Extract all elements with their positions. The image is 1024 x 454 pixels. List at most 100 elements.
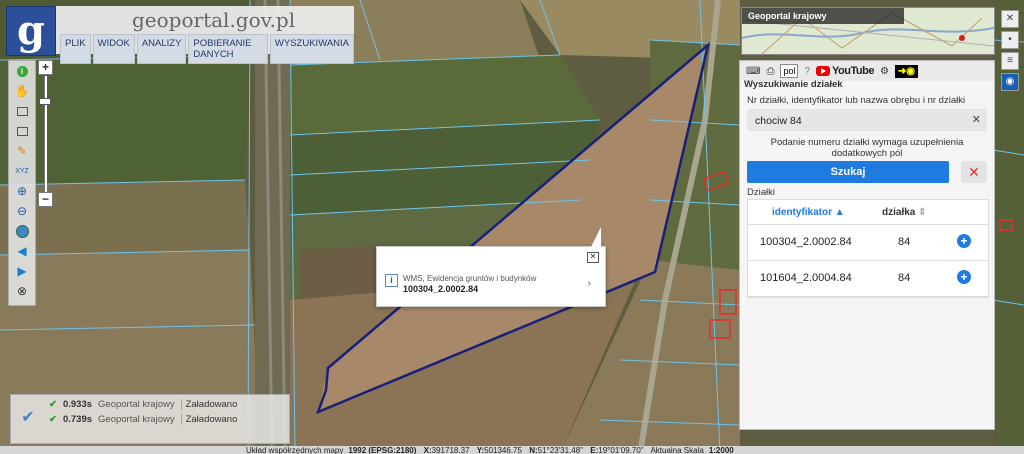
globe-icon[interactable] (9, 221, 35, 241)
logo-letter: g (17, 7, 45, 54)
status-state: Załadowano (180, 414, 237, 425)
pin-icon[interactable]: • (1001, 31, 1019, 49)
menu-analizy[interactable]: ANALIZY (136, 34, 187, 64)
forward-arrow-icon[interactable]: ▶ (9, 261, 35, 281)
scale-label: Aktualna Skala (650, 446, 704, 454)
map-toolbar: i ✋ ✎ XYZ ⊕ ⊖ ◀ ▶ ⊗ (8, 60, 36, 306)
youtube-icon (816, 66, 831, 76)
site-title: geoportal.gov.pl (132, 8, 296, 32)
col-identifier[interactable]: identyfikator ▲ (772, 207, 845, 218)
clear-search-icon[interactable]: ✕ (972, 113, 981, 126)
status-layer: Geoportal krajowy (98, 399, 175, 410)
results-header: identyfikator ▲ działka ⇕ (748, 200, 988, 225)
status-state: Załadowano (180, 399, 237, 410)
e-value: 19°01'09.70" (598, 446, 644, 454)
table-row[interactable]: 100304_2.0002.84 84 + (748, 225, 988, 261)
row-identifier: 100304_2.0002.84 (760, 236, 852, 248)
pencil-icon[interactable]: ✎ (9, 141, 35, 161)
popup-pointer (591, 227, 601, 247)
full-extent-icon[interactable]: ⊗ (9, 281, 35, 301)
add-parcel-icon[interactable]: + (957, 270, 971, 284)
main-menu: PLIK WIDOK ANALIZY POBIERANIE DANYCH WYS… (60, 34, 354, 64)
zoom-slider: + − (38, 60, 53, 208)
parcel-search-field: ✕ (747, 109, 987, 131)
zoom-out-icon[interactable]: ⊖ (9, 201, 35, 221)
xyz-coordinates-icon[interactable]: XYZ (9, 161, 35, 181)
panel-toolbar: ⌨ ⎙ pol ? YouTube ⚙ ➜◉ (740, 61, 994, 81)
eye-icon[interactable]: ◉ (1001, 73, 1019, 91)
search-notice: Podanie numeru działki wymaga uzupełnien… (770, 137, 964, 159)
help-icon[interactable]: ? (804, 66, 810, 77)
cancel-icon[interactable]: ✕ (961, 161, 987, 183)
info-tool-icon[interactable]: i (9, 61, 35, 81)
panel-title: Wyszukiwanie działek (744, 79, 843, 90)
zoom-minus-button[interactable]: − (38, 192, 53, 207)
loading-status-panel: ✔ ✔ 0.933s Geoportal krajowy Załadowano … (10, 394, 290, 444)
col-parcel[interactable]: działka ⇕ (882, 207, 927, 218)
popup-next-icon[interactable]: › (588, 278, 591, 289)
menu-wyszukiwania[interactable]: WYSZUKIWANIA (269, 34, 354, 64)
status-time: 0.933s (62, 399, 93, 410)
table-row[interactable]: 101604_2.0004.84 84 + (748, 261, 988, 297)
parcel-search-panel: ⌨ ⎙ pol ? YouTube ⚙ ➜◉ Wyszukiwanie dzia… (739, 60, 995, 430)
popup-layer-name: WMS, Ewidencja gruntów i budynków (403, 274, 537, 283)
scale-value: 1:2000 (708, 446, 734, 454)
zoom-track[interactable] (44, 76, 47, 192)
crs-label: Układ współrzędnych mapy (246, 446, 344, 454)
pan-hand-icon[interactable]: ✋ (9, 81, 35, 101)
high-contrast-icon[interactable]: ➜◉ (894, 64, 919, 78)
print-icon[interactable]: ⎙ (766, 66, 774, 77)
results-table: identyfikator ▲ działka ⇕ 100304_2.0002.… (747, 199, 989, 298)
n-value: 51°23'31.48" (537, 446, 584, 454)
status-check-icon[interactable]: ✔ (17, 407, 39, 429)
popup-info-icon: i (385, 274, 398, 287)
status-row: ✔ 0.739s Geoportal krajowy Załadowano (49, 414, 237, 425)
col-identifier-label: identyfikator (772, 207, 833, 218)
y-label: Y: (476, 446, 485, 454)
youtube-link[interactable]: YouTube (816, 65, 874, 77)
status-time: 0.739s (62, 414, 93, 425)
search-button[interactable]: Szukaj (747, 161, 949, 183)
x-value: 391718.37 (431, 446, 470, 454)
x-label: X: (423, 446, 432, 454)
popup-parcel-id[interactable]: 100304_2.0002.84 (403, 284, 478, 294)
col-parcel-label: działka (882, 207, 916, 218)
close-overview-icon[interactable]: ✕ (1001, 10, 1019, 28)
search-label: Nr działki, identyfikator lub nazwa obrę… (747, 95, 966, 106)
sort-asc-icon: ▲ (834, 207, 845, 218)
geoportal-logo[interactable]: g (6, 6, 56, 56)
zoom-plus-button[interactable]: + (38, 60, 53, 75)
menu-widok[interactable]: WIDOK (92, 34, 135, 64)
menu-pobieranie-danych[interactable]: POBIERANIE DANYCH (188, 34, 268, 64)
row-identifier: 101604_2.0004.84 (760, 272, 852, 284)
accessibility-icon[interactable]: ⚙ (880, 66, 889, 77)
feature-info-popup: ✕ i WMS, Ewidencja gruntów i budynków 10… (376, 227, 606, 307)
results-label: Działki (747, 187, 775, 198)
layers-icon[interactable]: ≡ (1001, 52, 1019, 70)
crs-value: 1992 (EPSG:2180) (348, 446, 417, 454)
zoom-in-icon[interactable]: ⊕ (9, 181, 35, 201)
coordinate-bar: Układ współrzędnych mapy 1992 (EPSG:2180)… (0, 446, 1024, 454)
keyboard-icon[interactable]: ⌨ (746, 66, 760, 77)
header-bar: geoportal.gov.pl PLIK WIDOK ANALIZY POBI… (56, 6, 354, 64)
select-area-icon[interactable] (9, 101, 35, 121)
language-select[interactable]: pol (780, 64, 799, 78)
right-controls: ✕ • ≡ ◉ (1001, 10, 1019, 94)
status-row: ✔ 0.933s Geoportal krajowy Załadowano (49, 399, 237, 410)
menu-plik[interactable]: PLIK (60, 34, 91, 64)
zoom-handle[interactable] (39, 98, 51, 105)
youtube-label: YouTube (832, 65, 874, 77)
back-arrow-icon[interactable]: ◀ (9, 241, 35, 261)
row-parcel: 84 (898, 272, 911, 284)
y-value: 501346.75 (484, 446, 522, 454)
n-label: N: (529, 446, 538, 454)
overview-minimap[interactable]: Geoportal krajowy (741, 7, 995, 55)
parcel-search-input[interactable] (753, 112, 967, 130)
row-parcel: 84 (898, 236, 911, 248)
select-red-icon[interactable] (9, 121, 35, 141)
popup-close-icon[interactable]: ✕ (587, 252, 599, 263)
status-ok-icon: ✔ (49, 414, 57, 425)
minimap-title: Geoportal krajowy (742, 8, 904, 24)
status-ok-icon: ✔ (49, 399, 57, 410)
add-parcel-icon[interactable]: + (957, 234, 971, 248)
